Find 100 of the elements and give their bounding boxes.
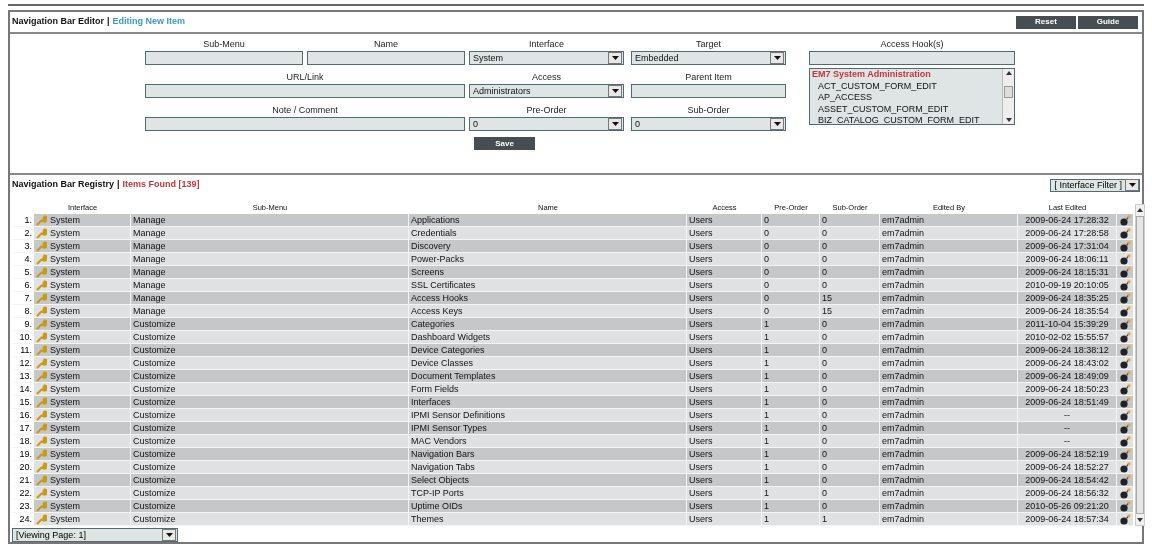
page-select[interactable]: [Viewing Page: 1] [12, 528, 178, 542]
toolbar-button[interactable]: Reset [1016, 15, 1076, 29]
table-cell: 0 [820, 214, 880, 226]
input-field[interactable] [145, 117, 465, 131]
table-cell: em7admin [880, 383, 1018, 395]
table-cell: 0 [820, 409, 880, 421]
table-cell: 1 [762, 383, 820, 395]
input-field[interactable] [809, 51, 1015, 65]
bomb-icon[interactable] [1119, 500, 1131, 512]
table-cell: System [48, 409, 131, 421]
table-cell: 1 [762, 474, 820, 486]
table-cell: 0 [762, 240, 820, 252]
scrollbar[interactable] [1135, 204, 1145, 526]
bomb-icon[interactable] [1119, 461, 1131, 473]
table-cell: 0 [820, 461, 880, 473]
table-cell: Users [687, 279, 762, 291]
bomb-icon[interactable] [1119, 227, 1131, 239]
scroll-up-icon[interactable] [1005, 71, 1012, 75]
bomb-icon[interactable] [1119, 344, 1131, 356]
table-cell: 0 [820, 370, 880, 382]
row-number: 10. [18, 331, 33, 343]
table-cell: System [48, 448, 131, 460]
input-field[interactable] [631, 84, 786, 98]
row-number: 17. [18, 422, 33, 434]
table-cell: Customize [131, 344, 409, 356]
table-cell: Access Keys [409, 305, 687, 317]
scroll-thumb[interactable] [1004, 85, 1013, 98]
bomb-icon[interactable] [1119, 305, 1131, 317]
table-cell: 1 [762, 448, 820, 460]
toolbar-button[interactable]: Guide [1078, 15, 1138, 29]
table-cell: Customize [131, 331, 409, 343]
table-cell: em7admin [880, 240, 1018, 252]
bomb-icon[interactable] [1119, 383, 1131, 395]
table-cell: Uptime OIDs [409, 500, 687, 512]
table-cell: Users [687, 474, 762, 486]
scroll-thumb[interactable] [1136, 216, 1144, 514]
select-field[interactable]: Administrators [469, 84, 624, 98]
field-label: Target [695, 38, 722, 51]
bomb-icon[interactable] [1119, 487, 1131, 499]
bomb-icon[interactable] [1119, 292, 1131, 304]
bomb-icon[interactable] [1119, 279, 1131, 291]
table-cell: em7admin [880, 435, 1018, 447]
bomb-icon[interactable] [1119, 448, 1131, 460]
table-cell: Users [687, 513, 762, 525]
select-field[interactable]: System [469, 51, 624, 65]
table-cell: Users [687, 253, 762, 265]
list-option[interactable]: AP_ACCESS [812, 92, 1002, 104]
bomb-icon[interactable] [1119, 474, 1131, 486]
table-cell: Customize [131, 487, 409, 499]
list-option[interactable]: BIZ_CATALOG_CUSTOM_FORM_EDIT [812, 115, 1002, 124]
scroll-down-icon[interactable] [1137, 518, 1143, 522]
field-label: Sub-Menu [202, 38, 246, 51]
select-field[interactable]: 0 [469, 117, 624, 131]
bomb-icon[interactable] [1119, 422, 1131, 434]
table-cell: System [48, 305, 131, 317]
bomb-icon[interactable] [1119, 253, 1131, 265]
bomb-icon[interactable] [1119, 396, 1131, 408]
scrollbar[interactable] [1002, 69, 1014, 124]
table-cell: System [48, 461, 131, 473]
bomb-icon[interactable] [1119, 513, 1131, 525]
table-cell: Users [687, 292, 762, 304]
bomb-icon[interactable] [1119, 357, 1131, 369]
table-cell: Navigation Bars [409, 448, 687, 460]
row-number: 21. [18, 474, 33, 486]
bomb-icon[interactable] [1119, 331, 1131, 343]
input-field[interactable] [145, 84, 465, 98]
table-cell: 0 [762, 227, 820, 239]
bomb-icon[interactable] [1119, 240, 1131, 252]
access-hook-list[interactable]: EM7 System Administration ACT_CUSTOM_FORM_EDIT AP_ACCESS ASSET_CUSTOM_FORM_EDIT BIZ_CATALOG_CUSTOM_FORM_EDIT [809, 68, 1015, 125]
bomb-icon[interactable] [1119, 266, 1131, 278]
input-field[interactable] [145, 51, 303, 65]
title-separator: | [117, 178, 120, 192]
bomb-icon[interactable] [1119, 409, 1131, 421]
table-cell: Customize [131, 474, 409, 486]
scroll-down-icon[interactable] [1005, 118, 1012, 122]
table-cell: 2009-06-24 17:28:32 [1018, 214, 1117, 226]
bomb-icon[interactable] [1119, 214, 1131, 226]
table-cell: 2009-06-24 18:52:19 [1018, 448, 1117, 460]
table-cell: 2009-06-24 18:54:42 [1018, 474, 1117, 486]
input-field[interactable] [307, 51, 465, 65]
table-cell: em7admin [880, 253, 1018, 265]
save-button[interactable]: Save [474, 137, 535, 150]
table-cell: Users [687, 318, 762, 330]
table-cell: 0 [820, 240, 880, 252]
list-option[interactable]: ACT_CUSTOM_FORM_EDIT [812, 80, 1002, 92]
table-cell: Manage [131, 292, 409, 304]
interface-filter-select[interactable]: [ Interface Filter ] [1050, 178, 1140, 192]
table-cell: Applications [409, 214, 687, 226]
select-field[interactable]: 0 [631, 117, 786, 131]
scroll-up-icon[interactable] [1137, 208, 1143, 212]
table-cell: System [48, 266, 131, 278]
list-option[interactable]: ASSET_CUSTOM_FORM_EDIT [812, 103, 1002, 115]
table-cell: System [48, 227, 131, 239]
select-field[interactable]: Embedded [631, 51, 786, 65]
bomb-icon[interactable] [1119, 435, 1131, 447]
row-number: 9. [23, 318, 33, 330]
table-cell: 2009-06-24 18:06:11 [1018, 253, 1117, 265]
table-cell: Customize [131, 513, 409, 525]
bomb-icon[interactable] [1119, 318, 1131, 330]
bomb-icon[interactable] [1119, 370, 1131, 382]
